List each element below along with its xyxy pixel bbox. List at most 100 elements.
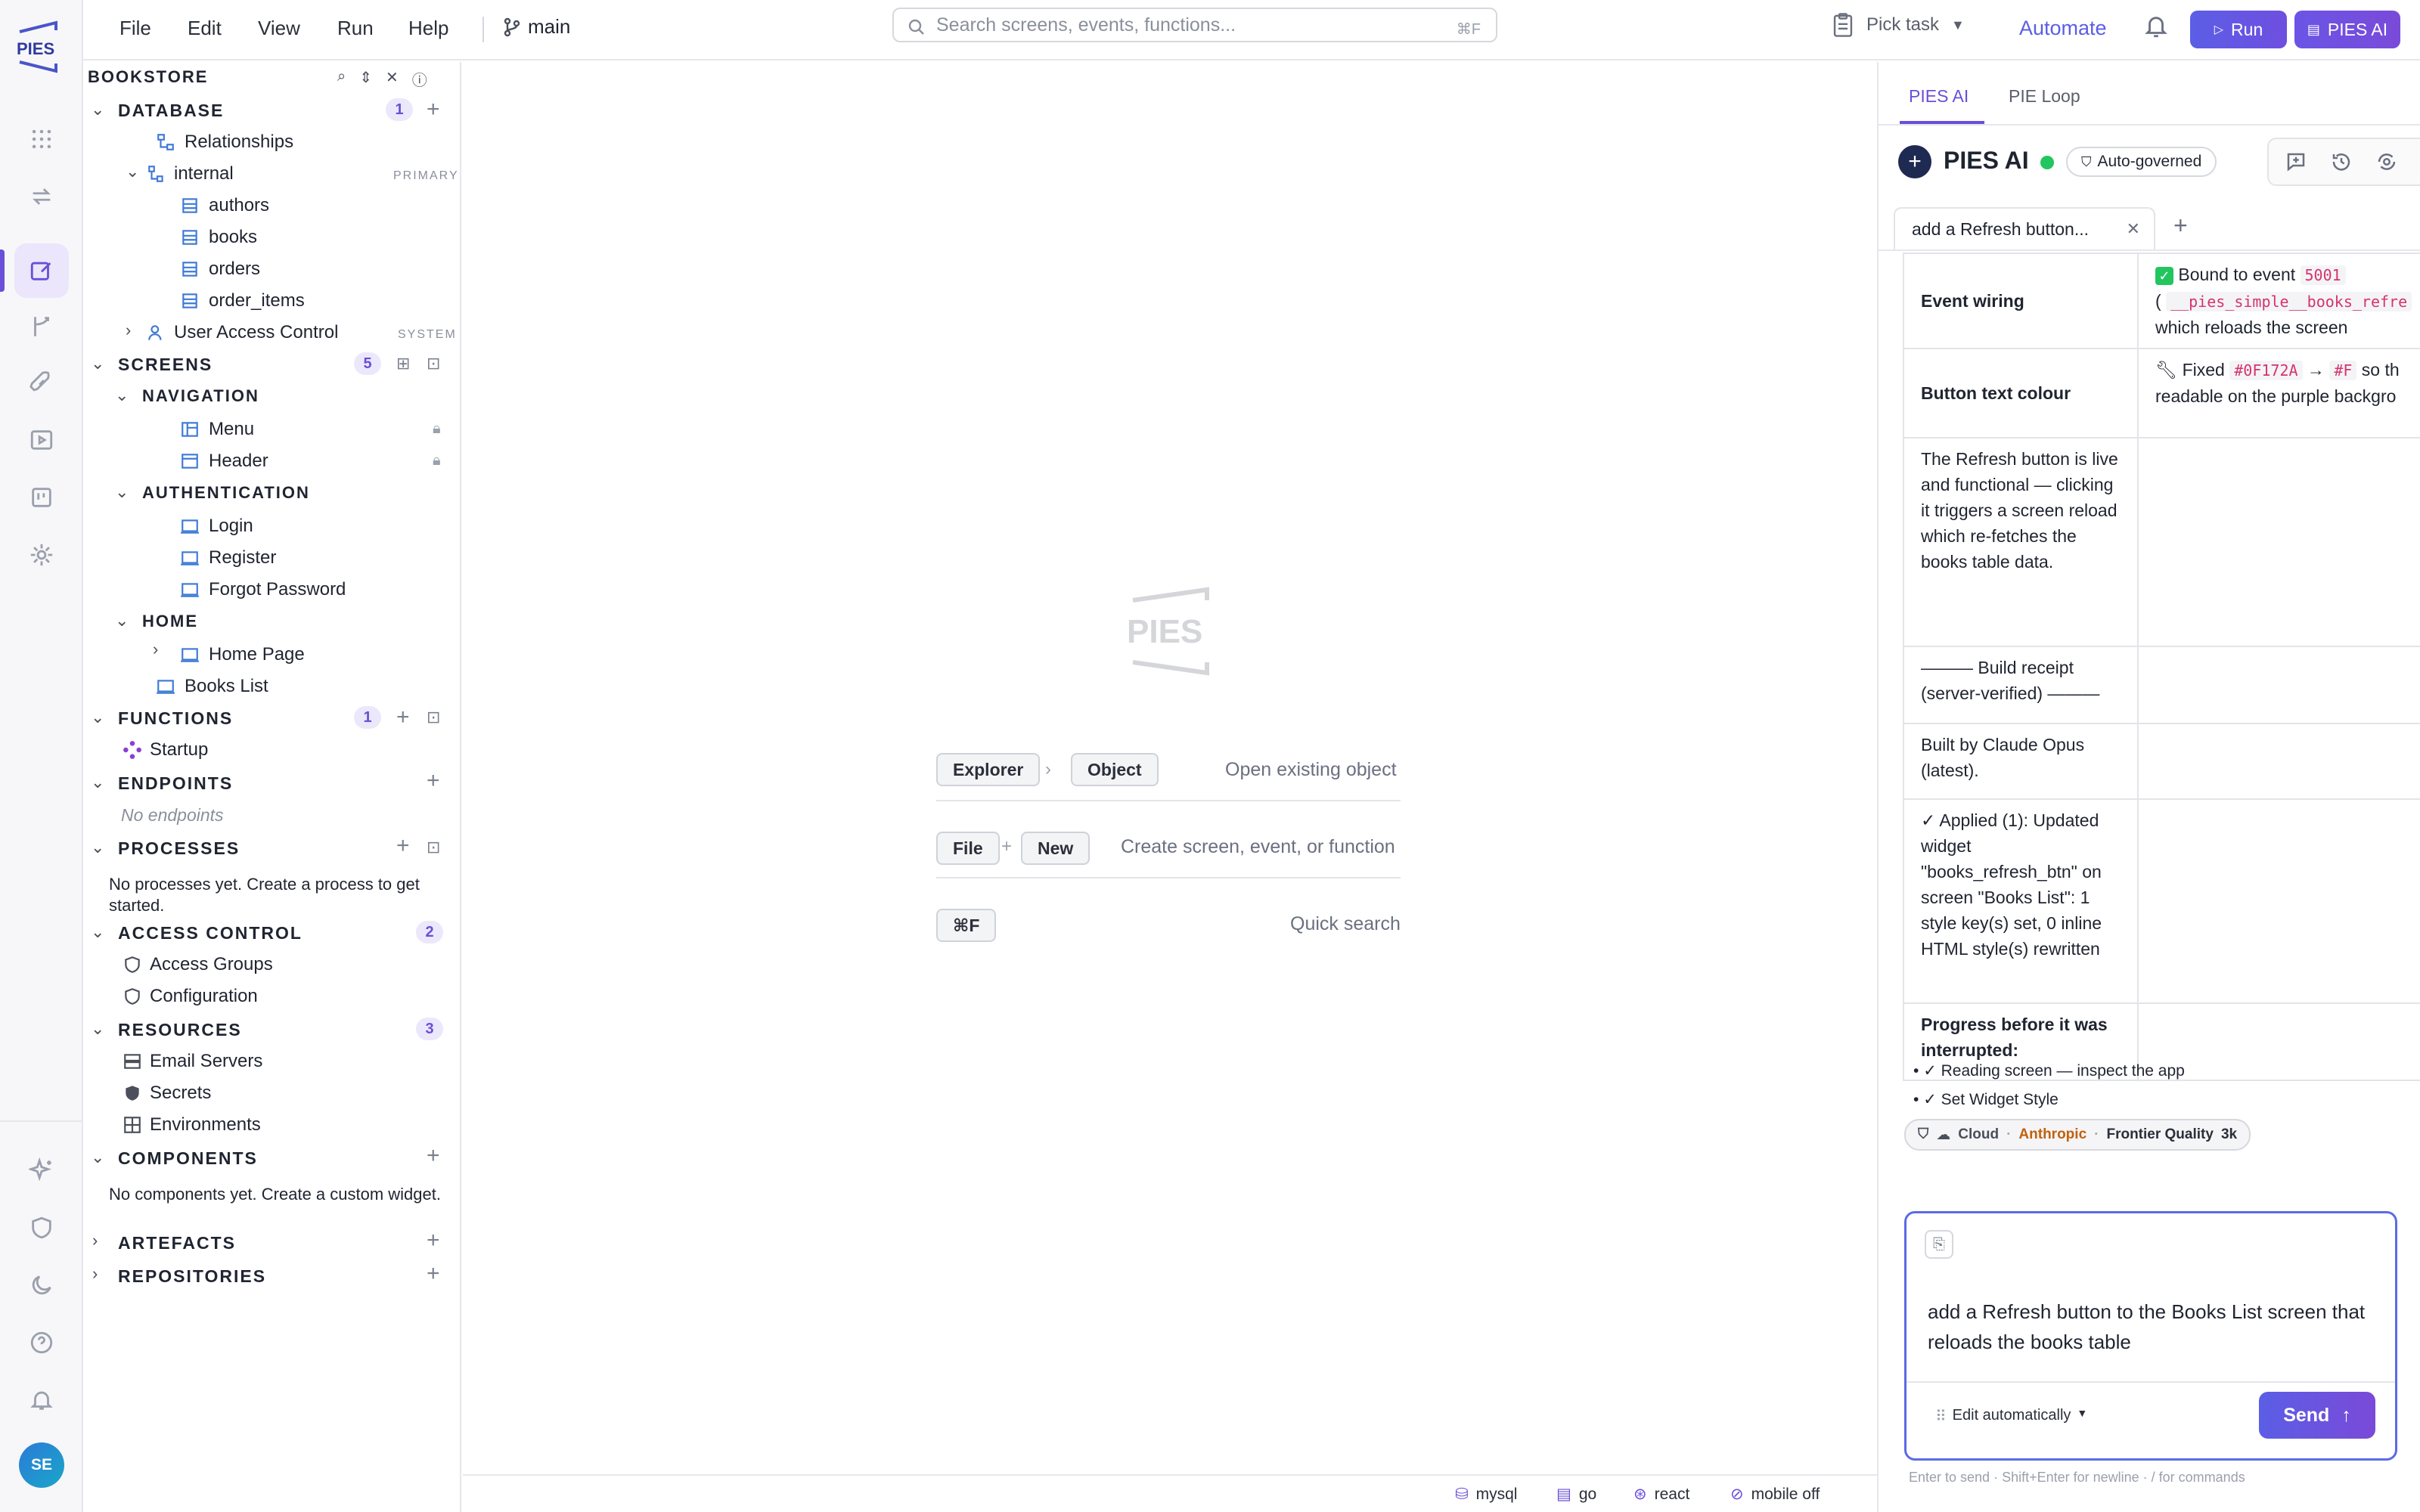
menu-file[interactable]: File [119, 17, 151, 40]
global-search-input[interactable]: Search screens, events, functions... ⌘F [892, 8, 1497, 42]
tree-item-secrets[interactable]: Secrets [150, 1078, 211, 1108]
bell-icon[interactable] [14, 1373, 69, 1427]
tree-item-access-groups[interactable]: Access Groups [150, 950, 273, 980]
chevron-down-icon[interactable]: ⌄ [91, 1019, 104, 1039]
send-button[interactable]: Send ↑ [2259, 1392, 2375, 1439]
section-repositories[interactable]: REPOSITORIES [118, 1261, 266, 1291]
settings-gear-icon[interactable] [14, 528, 69, 582]
expand-all-icon[interactable]: ⇕ [359, 68, 372, 90]
chevron-down-icon[interactable]: ⌄ [126, 162, 139, 181]
chevron-right-icon[interactable]: › [126, 321, 131, 340]
branch-icon[interactable] [14, 299, 69, 354]
add-process-button[interactable]: + [396, 835, 410, 857]
new-chat-icon[interactable] [2276, 142, 2316, 181]
chat-tab[interactable]: add a Refresh button... ✕ [1894, 207, 2155, 249]
add-endpoint-button[interactable]: + [427, 770, 440, 792]
section-database[interactable]: DATABASE [118, 95, 224, 125]
pies-logo[interactable]: PIES [14, 20, 68, 74]
history-icon[interactable] [2322, 142, 2361, 181]
sparkle-icon[interactable] [14, 1143, 69, 1198]
chevron-down-icon[interactable]: ⌄ [91, 1148, 104, 1167]
model-chip[interactable]: ⛉ ☁ Cloud · Anthropic · Frontier Quality… [1904, 1119, 2251, 1151]
chat-composer[interactable]: ⎘ add a Refresh button to the Books List… [1904, 1211, 2397, 1461]
pick-task-dropdown[interactable]: Pick task ▼ [1832, 12, 1965, 38]
add-artefact-button[interactable]: + [427, 1229, 440, 1252]
tree-item-environments[interactable]: Environments [150, 1110, 261, 1140]
add-folder-icon[interactable]: ⊡ [427, 708, 440, 727]
mode-dropdown[interactable]: ⠿ Edit automatically ▼ [1935, 1407, 2087, 1426]
sync-arrows-icon[interactable] [14, 169, 69, 224]
help-icon[interactable] [14, 1315, 69, 1370]
tree-item-table[interactable]: order_items [209, 286, 305, 316]
hint-create[interactable]: Create screen, event, or function [1121, 836, 1395, 858]
chevron-down-icon[interactable]: ⌄ [91, 100, 104, 119]
tree-item-schema-internal[interactable]: internal [174, 159, 234, 189]
tree-item-screen[interactable]: Forgot Password [209, 575, 346, 605]
collapse-all-icon[interactable]: ✕ [386, 68, 399, 90]
chevron-down-icon[interactable]: ⌄ [91, 773, 104, 792]
user-avatar[interactable]: SE [19, 1442, 64, 1488]
pies-ai-button[interactable]: ▤ PIES AI [2294, 11, 2400, 48]
status-mobile[interactable]: ⊘ mobile off [1730, 1485, 1820, 1504]
chevron-down-icon[interactable]: ⌄ [91, 354, 104, 373]
section-functions[interactable]: FUNCTIONS [118, 703, 233, 733]
run-button[interactable]: ▷ Run [2190, 11, 2287, 48]
add-component-button[interactable]: + [427, 1145, 440, 1167]
section-resources[interactable]: RESOURCES [118, 1015, 242, 1045]
section-access-control[interactable]: ACCESS CONTROL [118, 918, 302, 948]
new-tab-plus-icon[interactable]: + [2173, 212, 2188, 240]
tree-item-screen-books-list[interactable]: Books List [185, 671, 268, 702]
group-home[interactable]: HOME [142, 606, 198, 637]
automate-link[interactable]: Automate [2019, 17, 2107, 40]
add-function-button[interactable]: + [396, 706, 410, 729]
tab-pies-ai[interactable]: PIES AI [1909, 86, 1969, 107]
status-react[interactable]: ⊛ react [1634, 1485, 1689, 1504]
tab-pie-loop[interactable]: PIE Loop [2009, 86, 2080, 107]
tree-item-user-access-control[interactable]: User Access Control [174, 318, 338, 348]
menu-help[interactable]: Help [408, 17, 448, 40]
chevron-down-icon[interactable]: ⌄ [115, 482, 129, 502]
chevron-down-icon[interactable]: ⌄ [115, 386, 129, 405]
tree-item-screen[interactable]: Header [209, 446, 268, 476]
play-screen-icon[interactable] [14, 413, 69, 467]
chevron-down-icon[interactable]: ⌄ [115, 611, 129, 631]
menu-run[interactable]: Run [337, 17, 374, 40]
close-icon[interactable]: ✕ [2127, 219, 2140, 239]
hint-open-existing[interactable]: Open existing object [1225, 759, 1397, 781]
notifications-bell-icon[interactable] [2143, 12, 2169, 45]
chevron-right-icon[interactable]: › [92, 1231, 98, 1250]
tree-item-configuration[interactable]: Configuration [150, 981, 258, 1012]
add-folder-icon[interactable]: ⊡ [427, 354, 440, 373]
tree-item-screen[interactable]: Menu [209, 414, 254, 445]
rocket-icon[interactable] [14, 355, 69, 410]
hint-quick-search[interactable]: Quick search [1290, 913, 1401, 935]
search-icon[interactable]: ⌕ [337, 68, 346, 90]
settings-cycle-icon[interactable] [2367, 142, 2406, 181]
section-components[interactable]: COMPONENTS [118, 1143, 258, 1173]
tree-item-relationships[interactable]: Relationships [185, 127, 293, 157]
add-repository-button[interactable]: + [427, 1263, 440, 1285]
tree-item-email-servers[interactable]: Email Servers [150, 1046, 262, 1077]
info-icon[interactable]: ⓘ [412, 68, 427, 90]
tree-item-table[interactable]: books [209, 222, 257, 253]
status-go[interactable]: ▤ go [1556, 1485, 1596, 1504]
apps-grid-icon[interactable] [14, 112, 69, 166]
chevron-down-icon[interactable]: ⌄ [91, 708, 104, 727]
editor-icon[interactable] [14, 243, 69, 298]
tree-item-screen[interactable]: Login [209, 511, 253, 541]
moon-icon[interactable] [14, 1258, 69, 1312]
chevron-down-icon[interactable]: ⌄ [91, 922, 104, 942]
group-navigation[interactable]: NAVIGATION [142, 381, 259, 411]
tree-item-function[interactable]: Startup [150, 735, 208, 765]
branch-selector[interactable]: main [504, 15, 570, 39]
section-artefacts[interactable]: ARTEFACTS [118, 1228, 236, 1258]
menu-view[interactable]: View [258, 17, 300, 40]
attach-paperclip-icon[interactable]: ⎘ [1925, 1230, 1953, 1259]
chevron-right-icon[interactable]: › [153, 640, 158, 659]
composer-input[interactable]: add a Refresh button to the Books List s… [1928, 1297, 2374, 1357]
tree-item-table[interactable]: authors [209, 191, 269, 221]
tree-item-screen[interactable]: Register [209, 543, 276, 573]
add-screen-icon[interactable]: ⊞ [396, 354, 410, 373]
section-endpoints[interactable]: ENDPOINTS [118, 768, 233, 798]
group-authentication[interactable]: AUTHENTICATION [142, 478, 310, 508]
